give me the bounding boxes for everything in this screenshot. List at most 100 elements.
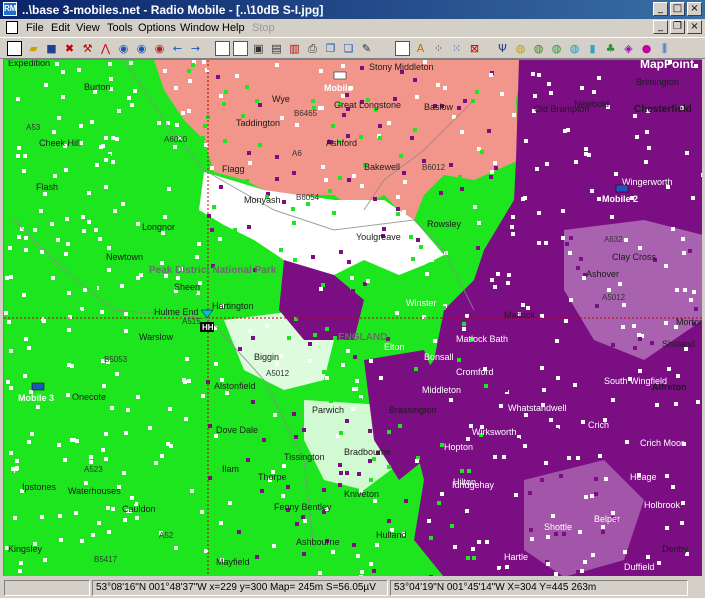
town-dove-dale: Dove Dale: [216, 425, 258, 435]
minimize-icon[interactable]: _: [653, 2, 668, 16]
coverage-speckle: [373, 499, 377, 503]
open-folder-icon[interactable]: ▰: [26, 41, 41, 56]
status-panel-position: 53°04'19"N 001°45'14"W X=304 Y=445 263m: [390, 580, 688, 596]
coverage-speckle: [114, 234, 118, 238]
coverage-speckle: [507, 273, 511, 277]
menu-view[interactable]: View: [76, 22, 100, 34]
paste-icon[interactable]: ❏: [341, 41, 356, 56]
coverage-speckle: [356, 554, 360, 558]
coverage-speckle: [64, 168, 68, 172]
network-properties-icon[interactable]: ✖: [62, 41, 77, 56]
coverage-speckle: [273, 413, 277, 417]
coverage-speckle: [153, 256, 157, 260]
menu-edit[interactable]: Edit: [51, 22, 70, 34]
coverage-speckle: [15, 471, 19, 475]
copy-icon[interactable]: ❐: [323, 41, 338, 56]
water-icon[interactable]: ◍: [567, 41, 582, 56]
town-cromford: Cromford: [456, 367, 494, 377]
town-bakewell: Bakewell: [364, 162, 400, 172]
coverage-speckle: [601, 530, 605, 534]
coverage-speckle: [391, 397, 395, 401]
coverage-speckle: [368, 459, 372, 463]
coverage-speckle: [282, 464, 286, 468]
tree-icon[interactable]: ♣: [603, 41, 618, 56]
coverage-speckle: [554, 572, 558, 576]
coverage-speckle: [398, 424, 402, 428]
extract-icon[interactable]: ▤: [269, 41, 284, 56]
coverage-speckle: [692, 290, 696, 294]
rectangle-icon[interactable]: [395, 41, 410, 56]
menu-file[interactable]: File: [26, 22, 44, 34]
road-label-1: B6465: [294, 109, 318, 118]
map-properties-icon[interactable]: [215, 41, 230, 56]
hatch-icon[interactable]: ◈: [621, 41, 636, 56]
landcover-icon[interactable]: ◍: [531, 41, 546, 56]
height-icon[interactable]: ◍: [513, 41, 528, 56]
town-belper: Belper: [594, 514, 620, 524]
menu-help[interactable]: Help: [222, 22, 245, 34]
coverage-speckle: [27, 346, 31, 350]
document-icon[interactable]: [6, 21, 18, 34]
doc-minimize-icon[interactable]: _: [653, 20, 668, 34]
save-icon[interactable]: ■: [44, 41, 59, 56]
coverage-speckle: [77, 92, 81, 96]
text-icon[interactable]: A: [413, 41, 428, 56]
coverage-speckle: [48, 502, 52, 506]
coverage-speckle: [185, 357, 189, 361]
globe-icon[interactable]: ◉: [116, 41, 131, 56]
coverage-color-icon[interactable]: ●: [639, 41, 654, 56]
draw-icon[interactable]: ✎: [359, 41, 374, 56]
print-icon[interactable]: ⎙: [305, 41, 320, 56]
map-view[interactable]: Stony Middleton Burton Baslow Brimington…: [3, 59, 702, 576]
coverage-speckle: [697, 543, 701, 547]
units-properties-icon[interactable]: ⚒: [80, 41, 95, 56]
coverage-speckle: [92, 436, 96, 440]
coverage-speckle: [321, 283, 325, 287]
coverage-speckle: [379, 376, 383, 380]
picture-properties-icon[interactable]: [233, 41, 248, 56]
town-matlock: Matlock: [504, 310, 536, 320]
points-icon[interactable]: ⁙: [449, 41, 464, 56]
pdf-icon[interactable]: ▥: [287, 41, 302, 56]
coverage-speckle: [246, 458, 250, 462]
coverage-map[interactable]: Stony Middleton Burton Baslow Brimington…: [4, 60, 702, 576]
coverage-speckle: [387, 121, 391, 125]
menu-window[interactable]: Window: [180, 22, 219, 34]
spectrum-icon[interactable]: ⫼: [657, 41, 672, 56]
new-file-icon[interactable]: [7, 41, 22, 56]
road-label-8: A53: [26, 123, 41, 132]
forward-arrow-icon[interactable]: →: [188, 41, 203, 56]
coverage-speckle: [675, 288, 679, 292]
coverage-speckle: [8, 246, 12, 250]
coverage-speckle: [245, 179, 249, 183]
maximize-icon[interactable]: □: [670, 2, 685, 16]
coverage-speckle: [235, 74, 239, 78]
coverage-speckle: [9, 451, 13, 455]
town-bonsall: Bonsall: [424, 352, 454, 362]
coverage-speckle: [295, 123, 299, 127]
coverage-speckle: [387, 465, 391, 469]
back-arrow-icon[interactable]: ←: [170, 41, 185, 56]
menu-options[interactable]: Options: [138, 22, 176, 34]
coverage-speckle: [638, 369, 642, 373]
coverage-speckle: [688, 249, 692, 253]
town-wingerworth: Wingerworth: [622, 177, 673, 187]
app-icon[interactable]: RM: [3, 2, 17, 16]
close-icon[interactable]: ×: [687, 2, 702, 16]
antenna-icon[interactable]: Ψ: [495, 41, 510, 56]
cylinder-icon[interactable]: ▮: [585, 41, 600, 56]
radio-link-icon[interactable]: ◉: [134, 41, 149, 56]
coverage-speckle: [191, 63, 195, 67]
doc-restore-icon[interactable]: ❐: [670, 20, 685, 34]
menu-tools[interactable]: Tools: [107, 22, 133, 34]
coverage-speckle: [77, 310, 81, 314]
grid-icon[interactable]: ⁘: [431, 41, 446, 56]
network-icon[interactable]: ⋀: [98, 41, 113, 56]
road-label-7: B5053: [104, 355, 128, 364]
doc-close-icon[interactable]: ×: [687, 20, 702, 34]
merge-pictures-icon[interactable]: ▣: [251, 41, 266, 56]
coverage-speckle: [128, 296, 132, 300]
coverage-icon[interactable]: ◉: [152, 41, 167, 56]
land-icon[interactable]: ◍: [549, 41, 564, 56]
erase-icon[interactable]: ⊠: [467, 41, 482, 56]
